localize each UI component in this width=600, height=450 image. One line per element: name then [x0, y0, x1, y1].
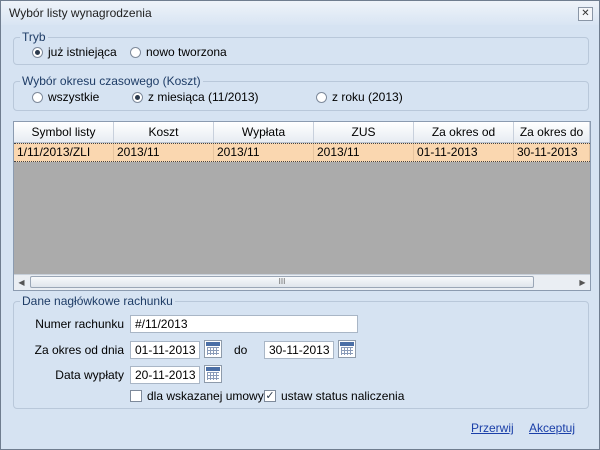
radio-button-icon[interactable] [132, 91, 143, 103]
radio-wszystkie[interactable]: wszystkie [32, 90, 99, 104]
radio-label-nowo: nowo tworzona [146, 45, 227, 59]
cell-okres-od: 01-11-2013 [414, 144, 514, 161]
radio-label-wszystkie: wszystkie [48, 90, 100, 104]
column-header-symbol[interactable]: Symbol listy [14, 122, 114, 142]
grid-header: Symbol listy Koszt Wypłata ZUS Za okres … [14, 122, 590, 143]
numer-label: Numer rachunku [35, 317, 124, 331]
radio-button-icon[interactable] [32, 91, 43, 103]
calendar-icon[interactable] [204, 340, 222, 358]
radio-label-z-miesiaca: z miesiąca (11/2013) [148, 90, 259, 104]
dane-group: Dane nagłówkowe rachunku Numer rachunku … [13, 294, 589, 409]
okres-legend: Wybór okresu czasowego (Koszt) [20, 74, 203, 88]
umowa-label: dla wskazanej umowy [147, 389, 264, 403]
column-header-zus[interactable]: ZUS [314, 122, 414, 142]
data-wyplaty-input[interactable]: 20-11-2013 [130, 366, 200, 384]
tryb-group: Tryb już istniejąca nowo tworzona [13, 30, 589, 65]
okres-od-label: Za okres od dnia [34, 343, 124, 357]
close-button[interactable]: ✕ [578, 7, 593, 21]
numer-rachunku-input[interactable]: #/11/2013 [130, 315, 358, 333]
radio-z-roku[interactable]: z roku (2013) [316, 90, 403, 104]
cancel-link[interactable]: Przerwij [471, 421, 514, 435]
column-header-koszt[interactable]: Koszt [114, 122, 214, 142]
dane-legend: Dane nagłówkowe rachunku [20, 294, 175, 308]
radio-label-z-roku: z roku (2013) [332, 90, 403, 104]
do-label: do [234, 343, 248, 357]
checkbox-unchecked-icon[interactable] [130, 390, 142, 402]
calendar-icon[interactable] [204, 365, 222, 383]
calendar-icon[interactable] [338, 340, 356, 358]
okres-do-input[interactable]: 30-11-2013 [264, 341, 334, 359]
cell-wyplata: 2013/11 [214, 144, 314, 161]
horizontal-scrollbar[interactable]: ◀ III ▶ [14, 274, 590, 290]
checkbox-wskazanej-umowy[interactable]: dla wskazanej umowy [130, 389, 264, 403]
accept-link[interactable]: Akceptuj [529, 421, 575, 435]
radio-nowo-tworzona[interactable]: nowo tworzona [130, 45, 227, 59]
lists-grid[interactable]: Symbol listy Koszt Wypłata ZUS Za okres … [13, 121, 591, 291]
radio-label-istniejaca: już istniejąca [48, 45, 117, 59]
column-header-okres-od[interactable]: Za okres od [414, 122, 514, 142]
radio-button-icon[interactable] [32, 46, 43, 58]
scroll-right-icon[interactable]: ▶ [575, 275, 590, 290]
checkbox-checked-icon[interactable]: ✓ [264, 390, 276, 402]
table-row[interactable]: 1/11/2013/ZLI 2013/11 2013/11 2013/11 01… [14, 143, 590, 162]
radio-z-miesiaca[interactable]: z miesiąca (11/2013) [132, 90, 259, 104]
okres-group: Wybór okresu czasowego (Koszt) wszystkie… [13, 74, 589, 111]
okres-od-input[interactable]: 01-11-2013 [130, 341, 200, 359]
cell-symbol: 1/11/2013/ZLI [14, 144, 114, 161]
checkbox-status-naliczenia[interactable]: ✓ ustaw status naliczenia [264, 389, 404, 403]
title-bar[interactable]: Wybór listy wynagrodzenia ✕ [1, 1, 599, 25]
wyplata-label: Data wypłaty [55, 368, 124, 382]
tryb-legend: Tryb [20, 30, 48, 44]
radio-button-icon[interactable] [316, 91, 327, 103]
column-header-wyplata[interactable]: Wypłata [214, 122, 314, 142]
scroll-thumb[interactable]: III [30, 276, 534, 288]
cell-zus: 2013/11 [314, 144, 414, 161]
radio-istniejaca[interactable]: już istniejąca [32, 45, 117, 59]
cell-okres-do: 30-11-2013 [514, 144, 590, 161]
column-header-okres-do[interactable]: Za okres do [514, 122, 590, 142]
dialog-window: Wybór listy wynagrodzenia ✕ Tryb już ist… [0, 0, 600, 450]
status-label: ustaw status naliczenia [281, 389, 405, 403]
window-title: Wybór listy wynagrodzenia [9, 6, 152, 20]
close-icon: ✕ [581, 8, 590, 19]
radio-button-icon[interactable] [130, 46, 141, 58]
scroll-left-icon[interactable]: ◀ [14, 275, 29, 290]
cell-koszt: 2013/11 [114, 144, 214, 161]
